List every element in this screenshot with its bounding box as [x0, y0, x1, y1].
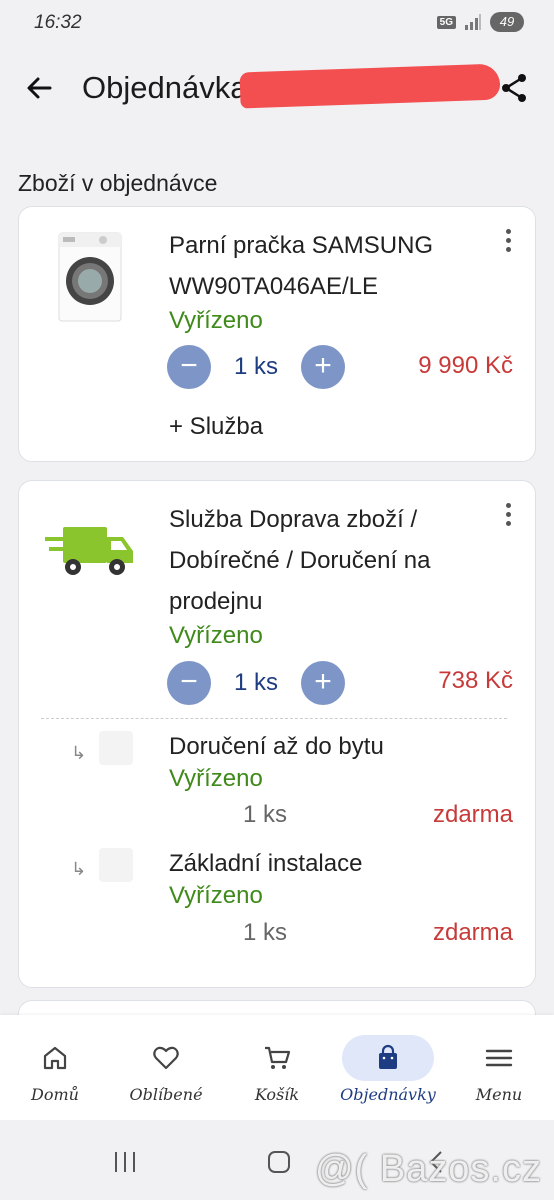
nav-label: Oblíbené [129, 1085, 203, 1104]
nav-item-home[interactable]: Domů [0, 1035, 110, 1115]
heart-icon [153, 1046, 179, 1070]
nav-item-cart[interactable]: Košík [222, 1035, 332, 1115]
sub-item-status: Vyřízeno [169, 765, 263, 792]
service-name-line3[interactable]: prodejnu [169, 581, 262, 622]
order-item-card: Parní pračka SAMSUNG WW90TA046AE/LE Vyří… [18, 206, 536, 462]
sub-item-quantity: 1 ks [243, 919, 288, 946]
quantity-stepper: − 1 ks + [167, 345, 345, 389]
item-price: 738 Kč [438, 667, 513, 694]
item-price: 9 990 Kč [418, 352, 513, 379]
service-name-line2[interactable]: Dobírečné / Doručení na [169, 540, 430, 581]
service-name-line1[interactable]: Služba Doprava zboží / [169, 499, 417, 540]
sub-item-arrow-icon: ↳ [71, 859, 87, 879]
menu-icon [485, 1049, 513, 1067]
product-name-line2[interactable]: WW90TA046AE/LE [169, 266, 378, 307]
bag-icon [379, 1044, 397, 1069]
more-options-icon[interactable] [503, 503, 513, 529]
order-item-card: Služba Doprava zboží / Dobírečné / Doruč… [18, 480, 536, 988]
status-time: 16:32 [34, 12, 82, 33]
home-button-icon[interactable] [266, 1150, 292, 1174]
delivery-truck-icon [45, 527, 133, 575]
nav-item-favorites[interactable]: Oblíbené [111, 1035, 221, 1115]
battery-indicator: 49 [490, 12, 524, 32]
back-arrow-icon[interactable] [24, 72, 56, 104]
recent-apps-icon[interactable] [112, 1150, 138, 1174]
quantity-stepper: − 1 ks + [167, 661, 345, 705]
decrease-quantity-button[interactable]: − [167, 345, 211, 389]
order-status: Vyřízeno [169, 307, 263, 334]
share-icon[interactable] [498, 72, 530, 104]
product-name-line1[interactable]: Parní pračka SAMSUNG [169, 225, 433, 266]
nav-item-menu[interactable]: Menu [444, 1035, 554, 1115]
increase-quantity-button[interactable]: + [301, 661, 345, 705]
decrease-quantity-button[interactable]: − [167, 661, 211, 705]
divider [41, 718, 507, 719]
nav-label: Domů [31, 1085, 79, 1104]
nav-item-orders[interactable]: Objednávky [333, 1035, 443, 1115]
cart-icon [265, 1046, 291, 1069]
sub-item-thumbnail [99, 848, 133, 882]
increase-quantity-button[interactable]: + [301, 345, 345, 389]
app-header: Objednávka [0, 50, 554, 130]
signal-icon [465, 14, 481, 30]
redaction-mark [239, 63, 501, 109]
status-icons: 5G 49 [436, 12, 524, 32]
sub-item-thumbnail [99, 731, 133, 765]
sub-item-price: zdarma [432, 919, 513, 946]
sub-item-name[interactable]: Základní instalace [169, 843, 362, 884]
sub-item-arrow-icon: ↳ [71, 743, 87, 763]
nav-label: Košík [254, 1085, 300, 1104]
section-title: Zboží v objednávce [18, 170, 218, 196]
more-options-icon[interactable] [503, 229, 513, 255]
bottom-navigation: Domů Oblíbené Košík Objednávky Menu [0, 1015, 554, 1120]
sub-item-name[interactable]: Doručení až do bytu [169, 726, 384, 767]
status-bar: 16:32 5G 49 [0, 0, 554, 50]
page-title: Objednávka [82, 70, 248, 105]
quantity-value: 1 ks [233, 353, 278, 380]
network-type: 5G [436, 15, 456, 29]
quantity-value: 1 ks [233, 669, 278, 696]
sub-item-status: Vyřízeno [169, 882, 263, 909]
nav-label: Menu [475, 1085, 523, 1104]
sub-item-quantity: 1 ks [243, 801, 288, 828]
watermark: @( Bazos.cz [315, 1148, 542, 1190]
nav-label: Objednávky [340, 1085, 436, 1104]
order-status: Vyřízeno [169, 622, 263, 649]
sub-item-price: zdarma [432, 801, 513, 828]
washing-machine-image [58, 232, 122, 322]
add-service-button[interactable]: + Služba [169, 413, 263, 441]
home-icon [43, 1046, 67, 1070]
